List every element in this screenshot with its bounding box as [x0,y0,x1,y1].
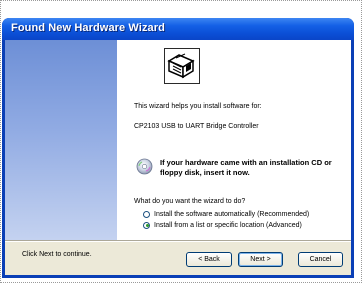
wizard-content-panel: This wizard helps you install software f… [117,40,351,240]
option-label[interactable]: Install from a list or specific location… [154,222,302,229]
radio-install-automatically[interactable] [143,210,150,218]
option-install-from-list[interactable]: Install from a list or specific location… [143,220,302,230]
device-name: CP2103 USB to UART Bridge Controller [134,123,259,130]
option-label[interactable]: Install the software automatically (Reco… [154,211,309,218]
window-title: Found New Hardware Wizard [11,22,165,34]
cd-insert-notice: If your hardware came with an installati… [160,158,332,177]
button-separator [5,240,351,241]
wizard-window: Found New Hardware Wizard This wizard he… [2,18,354,278]
wizard-side-banner [5,40,117,240]
back-button[interactable]: < Back [186,252,232,267]
continue-hint: Click Next to continue. [22,251,92,258]
option-install-automatically[interactable]: Install the software automatically (Reco… [143,209,309,219]
wizard-question: What do you want the wizard to do? [134,198,246,205]
wizard-client-area: This wizard helps you install software f… [5,40,351,275]
radio-install-from-list[interactable] [143,221,150,229]
intro-text: This wizard helps you install software f… [134,103,262,110]
cancel-button[interactable]: Cancel [298,252,343,267]
hardware-wizard-icon [164,48,200,84]
title-bar[interactable]: Found New Hardware Wizard [2,18,354,40]
cd-disc-icon [136,158,153,175]
window-bottom-border [2,275,354,278]
next-button[interactable]: Next > [238,252,283,267]
